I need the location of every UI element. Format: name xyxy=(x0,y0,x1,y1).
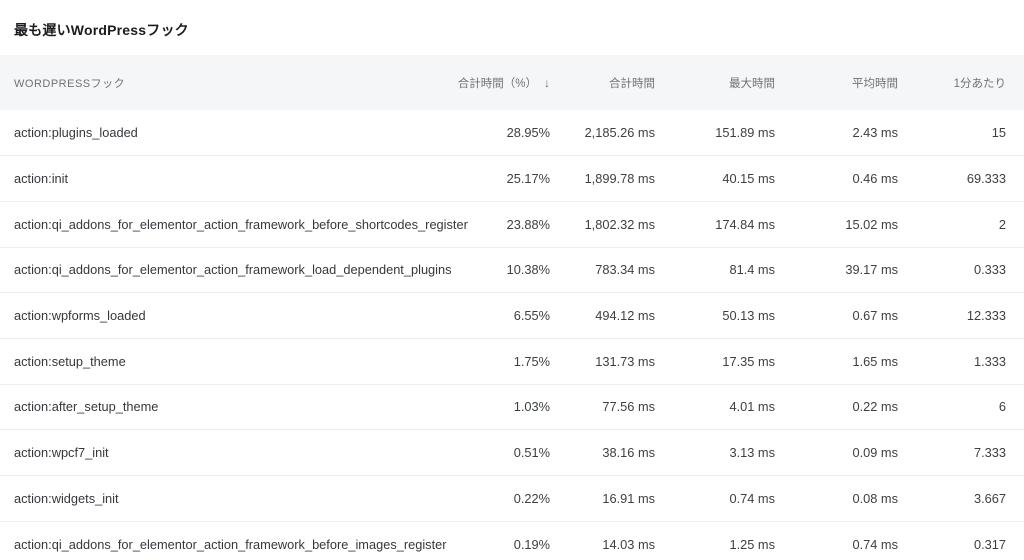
table-row[interactable]: action:qi_addons_for_elementor_action_fr… xyxy=(0,521,1024,560)
total-time-cell: 14.03 ms xyxy=(550,521,655,560)
total-time-cell: 1,802.32 ms xyxy=(550,201,655,247)
avg-time-cell: 0.08 ms xyxy=(775,476,898,522)
table-row[interactable]: action:qi_addons_for_elementor_action_fr… xyxy=(0,247,1024,293)
column-header-per-minute-label: 1分あたり xyxy=(954,78,1006,90)
max-time-cell: 0.74 ms xyxy=(655,476,775,522)
column-header-total-pct-label: 合計時間（%） xyxy=(458,78,537,90)
hook-name-cell[interactable]: action:wpcf7_init xyxy=(0,430,435,476)
max-time-cell: 174.84 ms xyxy=(655,201,775,247)
total-pct-cell: 0.22% xyxy=(435,476,550,522)
total-pct-cell: 0.51% xyxy=(435,430,550,476)
total-time-cell: 1,899.78 ms xyxy=(550,156,655,202)
total-time-cell: 2,185.26 ms xyxy=(550,110,655,156)
per-minute-cell: 69.333 xyxy=(898,156,1024,202)
avg-time-cell: 0.74 ms xyxy=(775,521,898,560)
per-minute-cell: 0.317 xyxy=(898,521,1024,560)
avg-time-cell: 0.09 ms xyxy=(775,430,898,476)
slowest-wordpress-hooks-panel: 最も遅いWordPressフック WORDPRESSフック 合計時間（%） ↓ 合… xyxy=(0,0,1024,560)
hook-name-cell[interactable]: action:qi_addons_for_elementor_action_fr… xyxy=(0,201,435,247)
per-minute-cell: 2 xyxy=(898,201,1024,247)
table-row[interactable]: action:plugins_loaded 28.95% 2,185.26 ms… xyxy=(0,110,1024,156)
per-minute-cell: 15 xyxy=(898,110,1024,156)
per-minute-cell: 0.333 xyxy=(898,247,1024,293)
total-time-cell: 38.16 ms xyxy=(550,430,655,476)
per-minute-cell: 7.333 xyxy=(898,430,1024,476)
table-row[interactable]: action:wpforms_loaded 6.55% 494.12 ms 50… xyxy=(0,293,1024,339)
total-pct-cell: 25.17% xyxy=(435,156,550,202)
column-header-avg-time-label: 平均時間 xyxy=(852,78,898,90)
max-time-cell: 4.01 ms xyxy=(655,384,775,430)
total-pct-cell: 10.38% xyxy=(435,247,550,293)
total-pct-cell: 0.19% xyxy=(435,521,550,560)
per-minute-cell: 6 xyxy=(898,384,1024,430)
table-body: action:plugins_loaded 28.95% 2,185.26 ms… xyxy=(0,110,1024,560)
max-time-cell: 40.15 ms xyxy=(655,156,775,202)
hook-name-cell[interactable]: action:after_setup_theme xyxy=(0,384,435,430)
max-time-cell: 50.13 ms xyxy=(655,293,775,339)
table-row[interactable]: action:after_setup_theme 1.03% 77.56 ms … xyxy=(0,384,1024,430)
table-row[interactable]: action:setup_theme 1.75% 131.73 ms 17.35… xyxy=(0,338,1024,384)
hook-name-cell[interactable]: action:qi_addons_for_elementor_action_fr… xyxy=(0,521,435,560)
column-header-max-time-label: 最大時間 xyxy=(729,78,775,90)
column-header-hook[interactable]: WORDPRESSフック xyxy=(0,55,435,110)
table-row[interactable]: action:qi_addons_for_elementor_action_fr… xyxy=(0,201,1024,247)
table-row[interactable]: action:init 25.17% 1,899.78 ms 40.15 ms … xyxy=(0,156,1024,202)
max-time-cell: 1.25 ms xyxy=(655,521,775,560)
avg-time-cell: 39.17 ms xyxy=(775,247,898,293)
table-row[interactable]: action:wpcf7_init 0.51% 38.16 ms 3.13 ms… xyxy=(0,430,1024,476)
table-header-row: WORDPRESSフック 合計時間（%） ↓ 合計時間 最大時間 平均時間 1分あ… xyxy=(0,55,1024,110)
max-time-cell: 3.13 ms xyxy=(655,430,775,476)
hook-name-cell[interactable]: action:qi_addons_for_elementor_action_fr… xyxy=(0,247,435,293)
avg-time-cell: 2.43 ms xyxy=(775,110,898,156)
hook-name-cell[interactable]: action:init xyxy=(0,156,435,202)
avg-time-cell: 0.67 ms xyxy=(775,293,898,339)
per-minute-cell: 1.333 xyxy=(898,338,1024,384)
avg-time-cell: 1.65 ms xyxy=(775,338,898,384)
hook-name-cell[interactable]: action:wpforms_loaded xyxy=(0,293,435,339)
total-time-cell: 783.34 ms xyxy=(550,247,655,293)
max-time-cell: 81.4 ms xyxy=(655,247,775,293)
column-header-avg-time[interactable]: 平均時間 xyxy=(775,55,898,110)
total-time-cell: 77.56 ms xyxy=(550,384,655,430)
column-header-per-minute[interactable]: 1分あたり xyxy=(898,55,1024,110)
total-pct-cell: 1.75% xyxy=(435,338,550,384)
max-time-cell: 151.89 ms xyxy=(655,110,775,156)
total-time-cell: 494.12 ms xyxy=(550,293,655,339)
column-header-hook-label: WORDPRESSフック xyxy=(14,78,125,90)
per-minute-cell: 3.667 xyxy=(898,476,1024,522)
avg-time-cell: 15.02 ms xyxy=(775,201,898,247)
avg-time-cell: 0.46 ms xyxy=(775,156,898,202)
max-time-cell: 17.35 ms xyxy=(655,338,775,384)
total-time-cell: 131.73 ms xyxy=(550,338,655,384)
per-minute-cell: 12.333 xyxy=(898,293,1024,339)
hook-name-cell[interactable]: action:plugins_loaded xyxy=(0,110,435,156)
column-header-max-time[interactable]: 最大時間 xyxy=(655,55,775,110)
page-title: 最も遅いWordPressフック xyxy=(0,0,1024,55)
table-row[interactable]: action:widgets_init 0.22% 16.91 ms 0.74 … xyxy=(0,476,1024,522)
hook-name-cell[interactable]: action:setup_theme xyxy=(0,338,435,384)
total-pct-cell: 6.55% xyxy=(435,293,550,339)
total-pct-cell: 1.03% xyxy=(435,384,550,430)
total-pct-cell: 28.95% xyxy=(435,110,550,156)
column-header-total-pct[interactable]: 合計時間（%） ↓ xyxy=(435,55,550,110)
sort-desc-icon: ↓ xyxy=(544,76,550,90)
hook-name-cell[interactable]: action:widgets_init xyxy=(0,476,435,522)
column-header-total-time[interactable]: 合計時間 xyxy=(550,55,655,110)
avg-time-cell: 0.22 ms xyxy=(775,384,898,430)
column-header-total-time-label: 合計時間 xyxy=(609,78,655,90)
total-time-cell: 16.91 ms xyxy=(550,476,655,522)
hooks-table: WORDPRESSフック 合計時間（%） ↓ 合計時間 最大時間 平均時間 1分あ… xyxy=(0,55,1024,560)
